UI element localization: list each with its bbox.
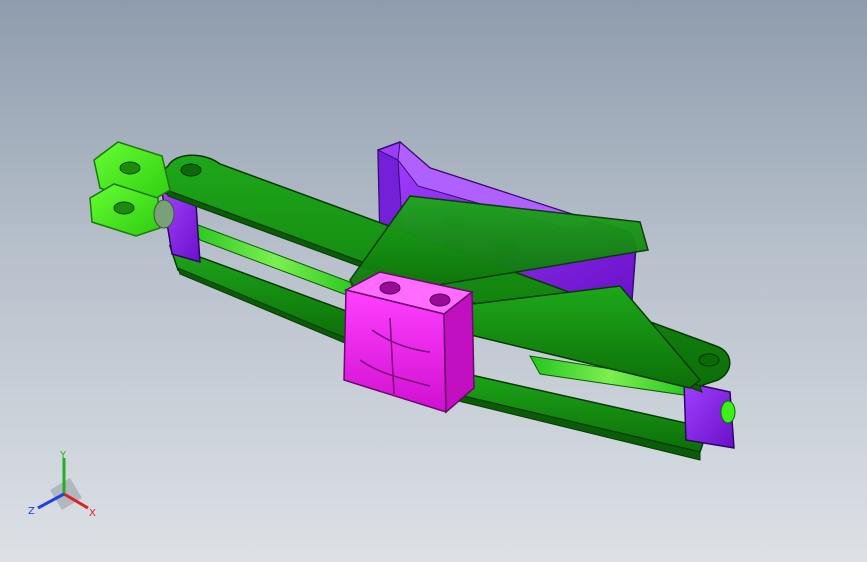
y-axis-label: Y (59, 450, 67, 461)
x-axis-label: X (89, 508, 96, 519)
z-axis-label: Z (28, 506, 35, 517)
scissor-jack-model[interactable] (0, 0, 867, 562)
orientation-triad[interactable]: Y X Z (22, 448, 108, 524)
center-block[interactable] (343, 271, 475, 414)
graphics-viewport[interactable]: Y X Z (0, 0, 867, 562)
clevis-end[interactable] (89, 141, 175, 237)
right-end-bracket[interactable] (683, 381, 736, 449)
